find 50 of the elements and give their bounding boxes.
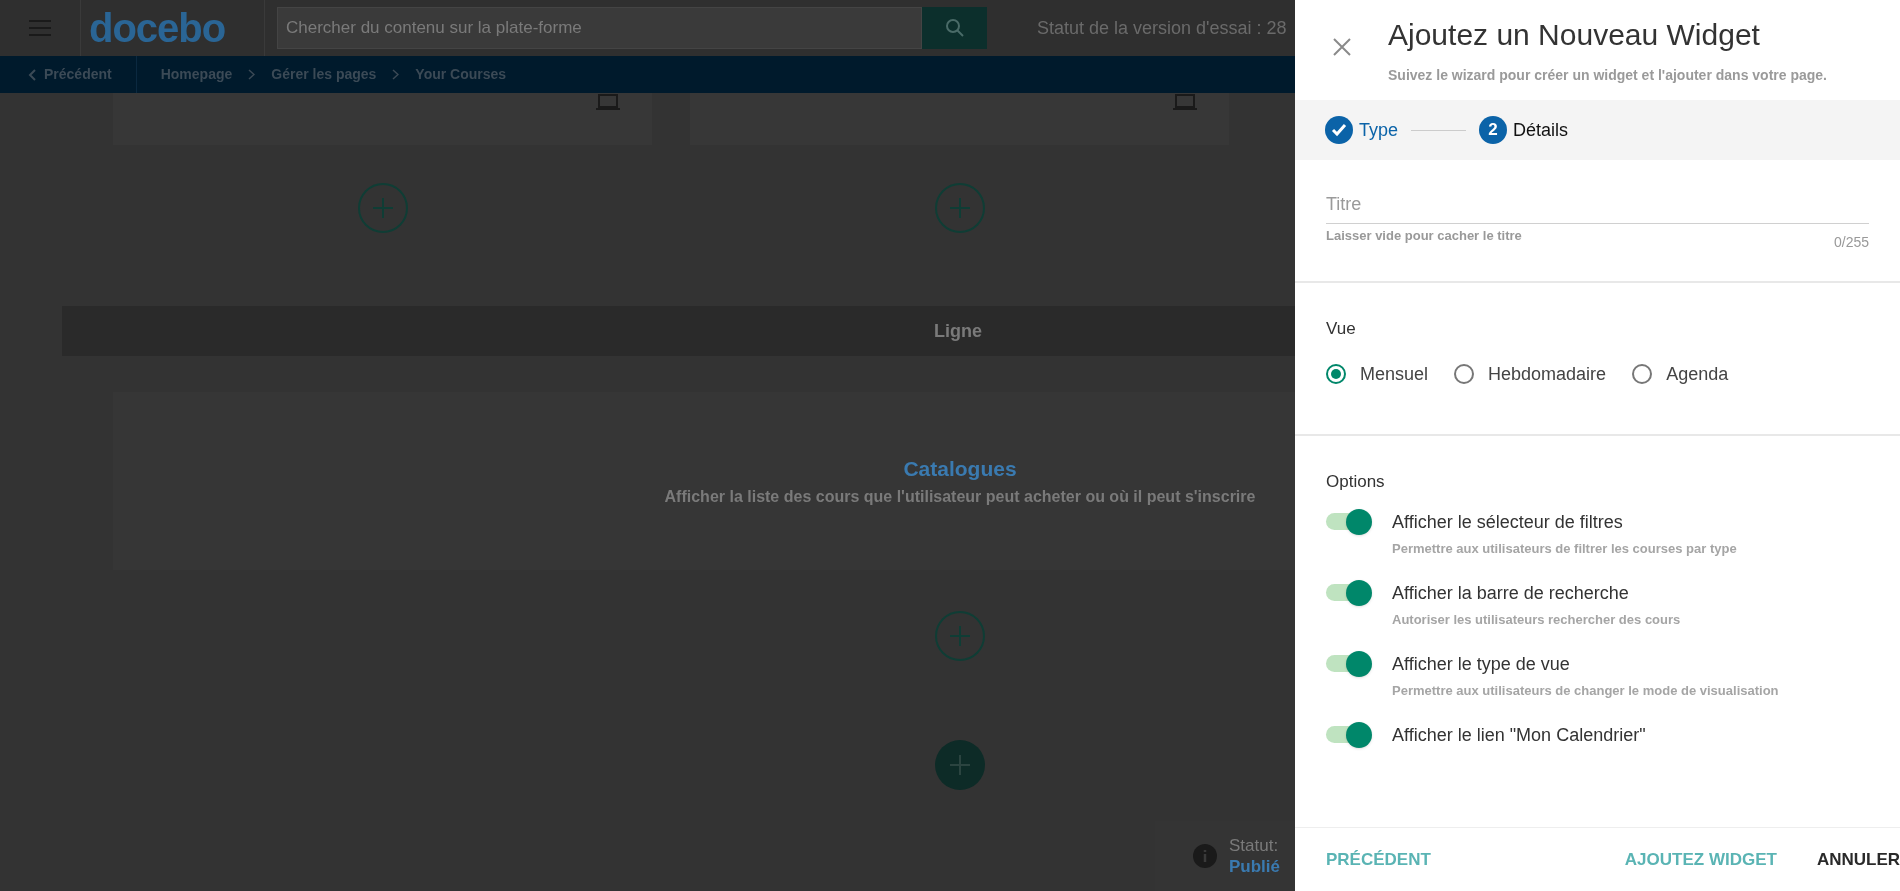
logo: docebo bbox=[89, 5, 226, 52]
toggle-switch[interactable] bbox=[1326, 508, 1372, 535]
cancel-button[interactable]: ANNULER bbox=[1816, 846, 1900, 873]
laptop-icon bbox=[596, 93, 620, 111]
row-label: Ligne bbox=[934, 319, 982, 343]
step-number: 2 bbox=[1479, 116, 1508, 144]
search-button[interactable] bbox=[922, 7, 987, 49]
status-value: Publié bbox=[1229, 856, 1280, 878]
panel-subtitle: Suivez le wizard pour créer un widget et l'ajouter dans votre page. bbox=[1388, 66, 1827, 85]
option-label: Afficher le type de vue bbox=[1392, 652, 1571, 676]
previous-button[interactable]: PRÉCÉDENT bbox=[1326, 846, 1431, 873]
option-label: Afficher le sélecteur de filtres bbox=[1392, 510, 1624, 534]
section-heading: Vue bbox=[1326, 318, 1357, 340]
breadcrumb-link[interactable]: Homepage bbox=[160, 64, 233, 85]
option-label: Afficher la barre de recherche bbox=[1392, 581, 1630, 605]
radio-option[interactable]: Mensuel bbox=[1326, 360, 1429, 388]
add-widget-button[interactable]: AJOUTEZ WIDGET bbox=[1624, 846, 1777, 873]
catalog-description: Afficher la liste des cours que l'utilisateur peut acheter ou où il peut s'inscrire bbox=[664, 486, 1256, 507]
section-heading: Options bbox=[1326, 471, 1386, 493]
catalog-title: Catalogues bbox=[903, 456, 1017, 483]
panel-title: Ajoutez un Nouveau Widget bbox=[1388, 17, 1761, 53]
option-label: Afficher le lien "Mon Calendrier" bbox=[1392, 723, 1646, 747]
step-label: Type bbox=[1359, 118, 1399, 142]
option-description: Autoriser les utilisateurs rechercher des cours bbox=[1392, 610, 1681, 629]
title-field[interactable]: Titre bbox=[1326, 186, 1869, 224]
radio-button[interactable] bbox=[1632, 364, 1653, 384]
close-icon[interactable] bbox=[1332, 38, 1351, 56]
chevron-right-icon bbox=[248, 69, 256, 80]
character-counter: 0/255 bbox=[1833, 233, 1869, 252]
toggle-switch[interactable] bbox=[1326, 650, 1372, 677]
radio-button[interactable] bbox=[1454, 364, 1475, 384]
title-helper: Laisser vide pour cacher le titre bbox=[1326, 227, 1522, 245]
toggle-switch[interactable] bbox=[1326, 579, 1372, 606]
chevron-left-icon bbox=[28, 68, 36, 81]
toggle-switch[interactable] bbox=[1326, 721, 1372, 748]
search-field[interactable]: Chercher du contenu sur la plate-forme bbox=[277, 7, 922, 49]
step-label: Détails bbox=[1513, 118, 1569, 142]
radio-option[interactable]: Hebdomadaire bbox=[1454, 360, 1607, 388]
status-label: Statut: bbox=[1229, 834, 1280, 856]
info-icon bbox=[1193, 844, 1217, 868]
chevron-right-icon bbox=[392, 69, 400, 80]
radio-button[interactable] bbox=[1326, 364, 1346, 384]
radio-option[interactable]: Agenda bbox=[1632, 360, 1729, 388]
breadcrumb-link[interactable]: Your Courses bbox=[415, 64, 507, 85]
trial-status: Statut de la version d'essai : 28 bbox=[1037, 16, 1287, 40]
option-description: Permettre aux utilisateurs de filtrer les courses par type bbox=[1392, 539, 1737, 558]
option-description: Permettre aux utilisateurs de changer le mode de visualisation bbox=[1392, 681, 1779, 700]
breadcrumb-link[interactable]: Gérer les pages bbox=[271, 64, 377, 85]
laptop-icon bbox=[1173, 93, 1197, 111]
search-icon bbox=[944, 18, 965, 38]
